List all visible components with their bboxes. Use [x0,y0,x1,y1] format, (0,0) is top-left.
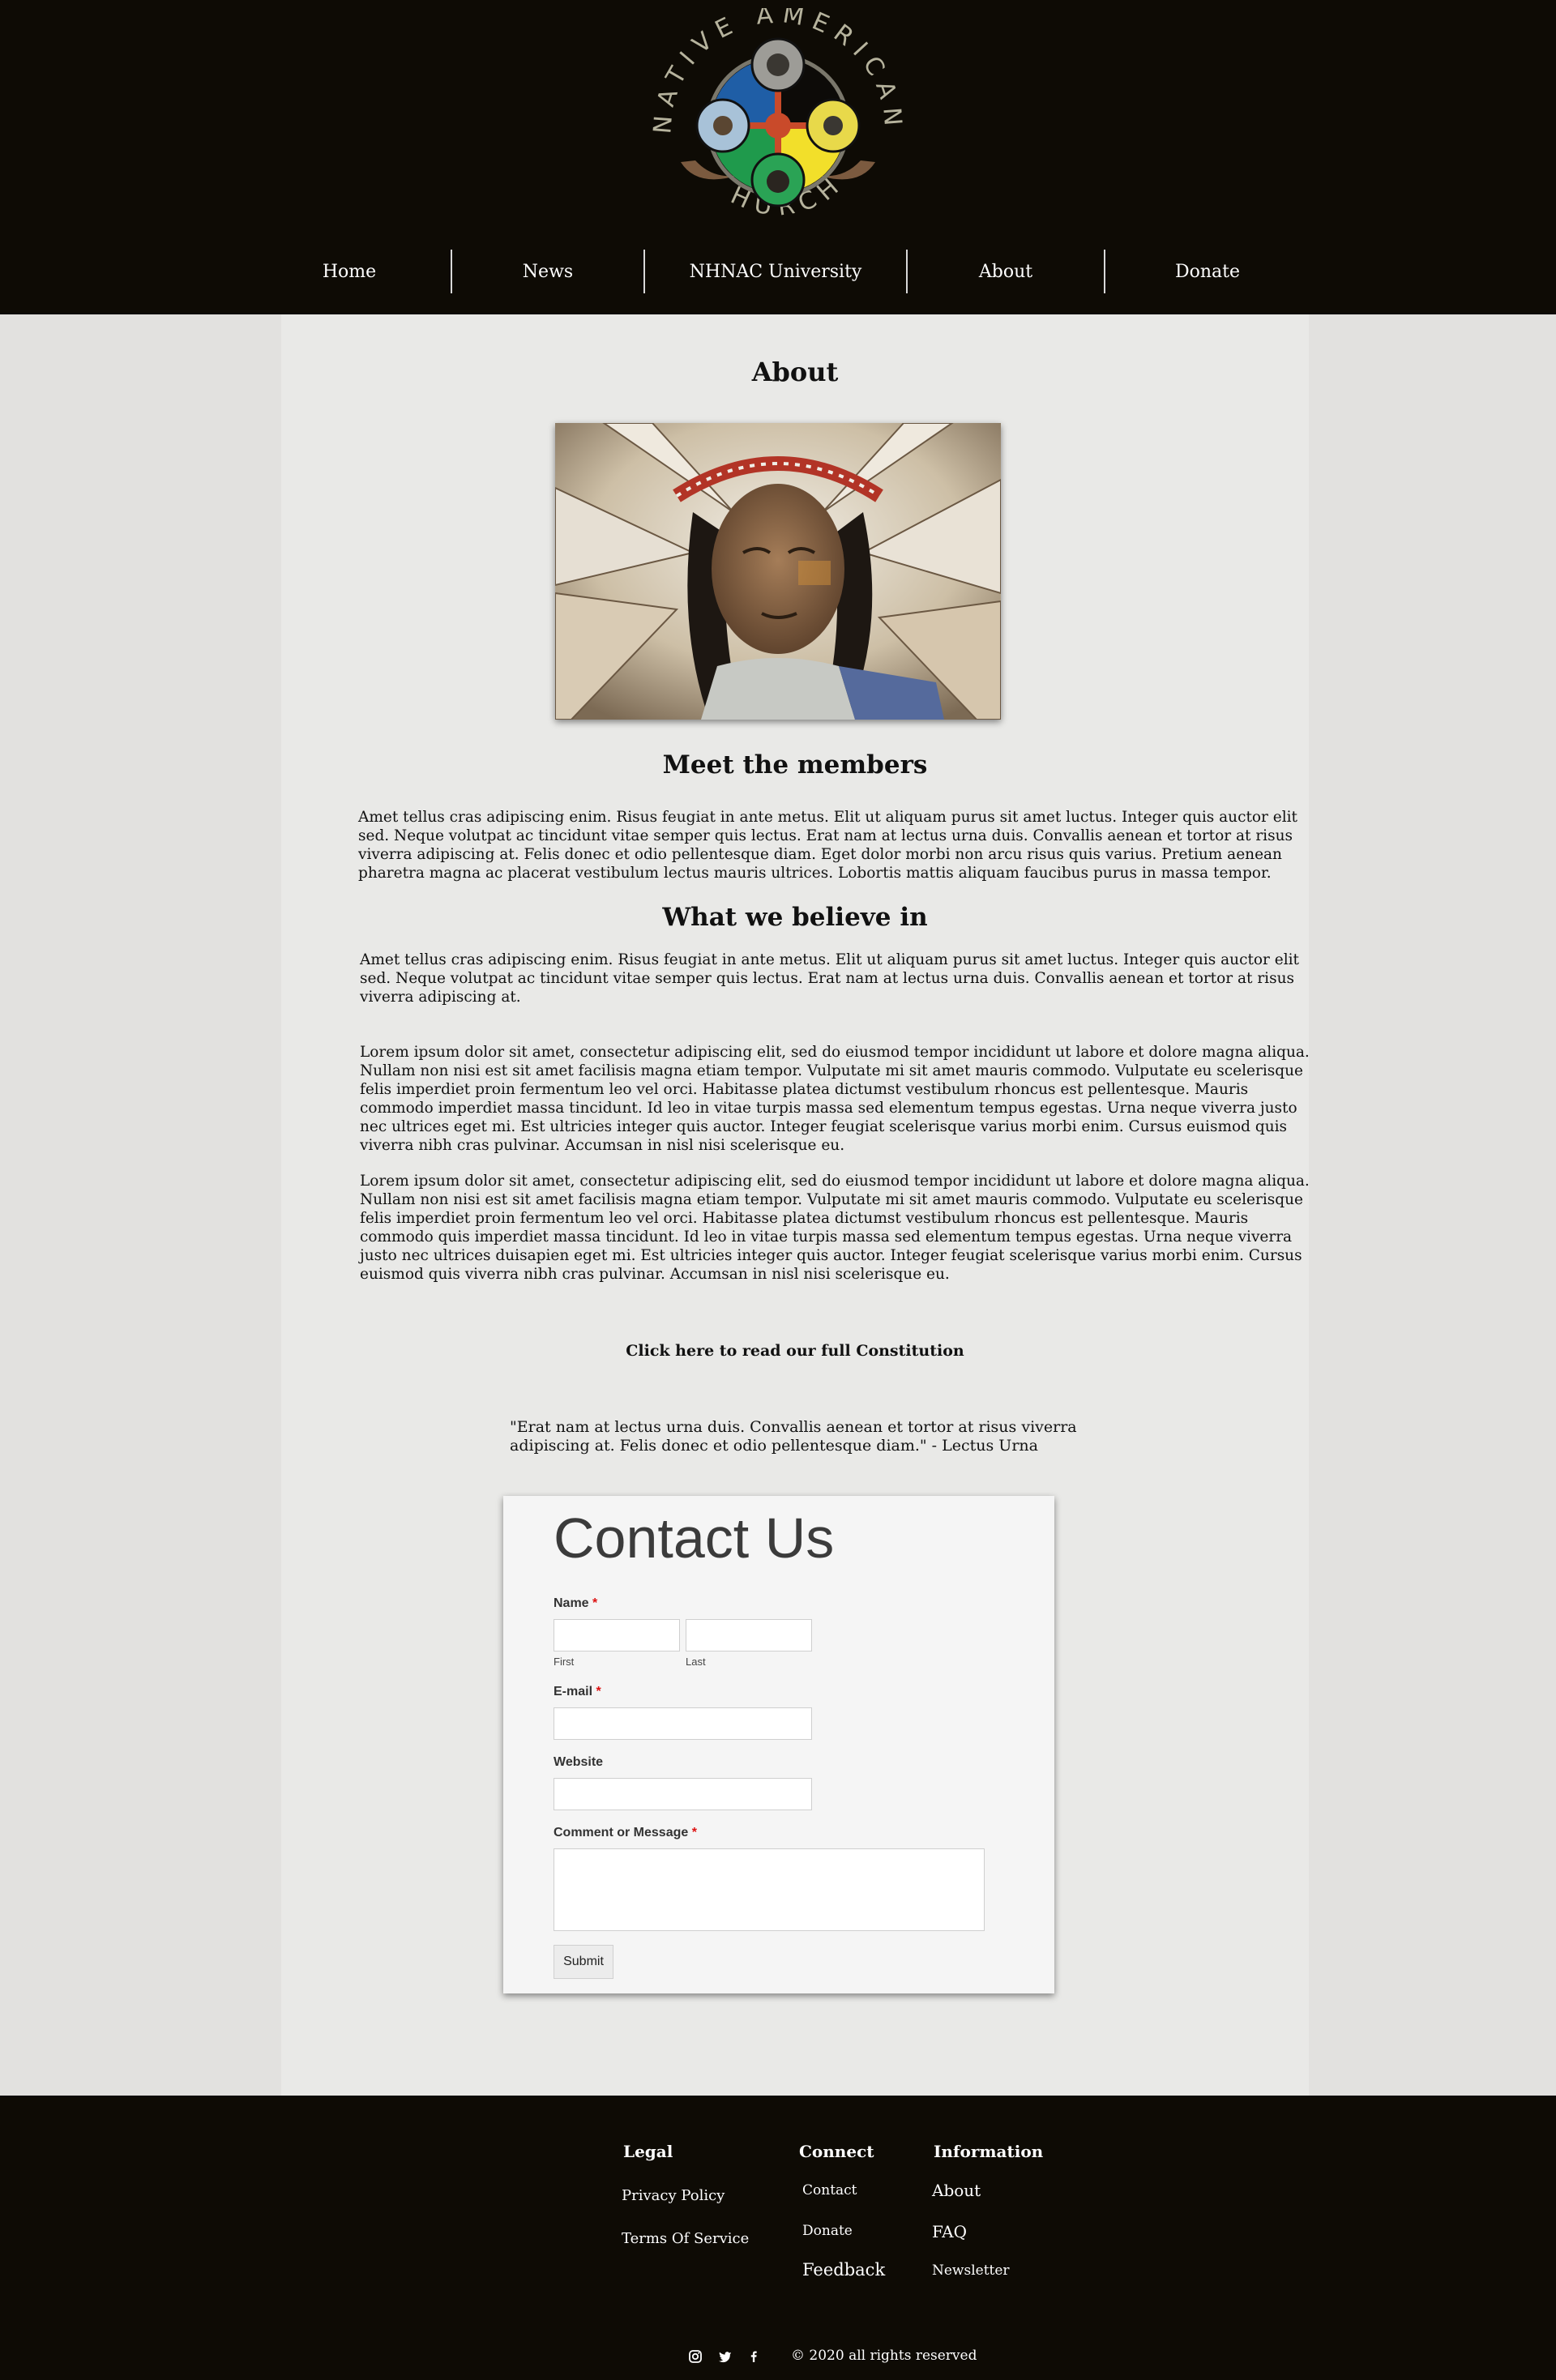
last-sublabel: Last [686,1656,706,1668]
about-footer-link[interactable]: About [932,2181,981,2200]
site-header: NATIVE AMERICAN CHURCH [0,0,1556,314]
message-textarea[interactable] [554,1848,985,1931]
donate-footer-link[interactable]: Donate [802,2223,853,2239]
message-label-text: Comment or Message [554,1826,689,1839]
nav-about[interactable]: About [908,262,1104,282]
beliefs-paragraph-1: Amet tellus cras adipiscing enim. Risus … [360,951,1299,1006]
newsletter-link[interactable]: Newsletter [932,2262,1010,2279]
feedback-link[interactable]: Feedback [802,2260,885,2280]
contact-form: Contact Us Name * First Last E-mail * We… [503,1496,1054,1993]
submit-button[interactable]: Submit [554,1945,613,1979]
website-label: Website [554,1755,604,1769]
beliefs-heading: What we believe in [662,903,928,932]
contact-link[interactable]: Contact [802,2182,857,2198]
last-name-input[interactable] [686,1619,812,1651]
main-content: About Meet the members Amet tellus cras … [281,314,1310,2096]
member-quote: "Erat nam at lectus urna duis. Convallis… [510,1418,1077,1455]
name-label-text: Name [554,1596,589,1610]
facebook-icon[interactable] [744,2347,763,2366]
page-title: About [751,357,839,387]
beliefs-paragraph-2: Lorem ipsum dolor sit amet, consectetur … [360,1044,1310,1154]
email-label: E-mail * [554,1685,601,1699]
church-logo[interactable]: NATIVE AMERICAN CHURCH [636,0,908,243]
first-sublabel: First [554,1656,575,1668]
email-label-text: E-mail [554,1685,593,1698]
instagram-icon[interactable] [686,2347,705,2366]
privacy-policy-link[interactable]: Privacy Policy [622,2187,725,2204]
chief-photo [555,423,1001,720]
required-mark: * [691,1826,697,1839]
chief-portrait-image [555,423,1001,720]
members-text: Amet tellus cras adipiscing enim. Risus … [358,809,1297,882]
footer-information-heading: Information [934,2142,1044,2161]
logo-medicine-wheel-icon: NATIVE AMERICAN CHURCH [636,0,900,222]
contact-form-title: Contact Us [554,1506,835,1570]
site-footer: Legal Privacy Policy Terms Of Service Co… [0,2096,1556,2380]
required-mark: * [592,1596,598,1610]
message-label: Comment or Message * [554,1826,697,1840]
email-input[interactable] [554,1707,812,1740]
beliefs-paragraph-3: Lorem ipsum dolor sit amet, consectetur … [360,1173,1310,1283]
required-mark: * [596,1685,601,1698]
name-label: Name * [554,1596,597,1611]
nav-nhnac-university[interactable]: NHNAC University [645,262,906,282]
footer-legal-heading: Legal [623,2142,673,2161]
twitter-icon[interactable] [715,2347,734,2366]
footer-connect-heading: Connect [799,2142,874,2161]
nav-news[interactable]: News [452,262,643,282]
first-name-input[interactable] [554,1619,680,1651]
main-nav: Home News NHNAC University About Donate [248,250,1310,293]
nav-home[interactable]: Home [248,262,451,282]
copyright-text: © 2020 all rights reserved [791,2348,977,2364]
terms-of-service-link[interactable]: Terms Of Service [622,2230,749,2247]
members-heading: Meet the members [662,750,928,780]
faq-link[interactable]: FAQ [932,2222,967,2241]
website-input[interactable] [554,1778,812,1810]
nav-donate[interactable]: Donate [1105,262,1310,282]
constitution-link[interactable]: Click here to read our full Constitution [281,1342,1309,1360]
